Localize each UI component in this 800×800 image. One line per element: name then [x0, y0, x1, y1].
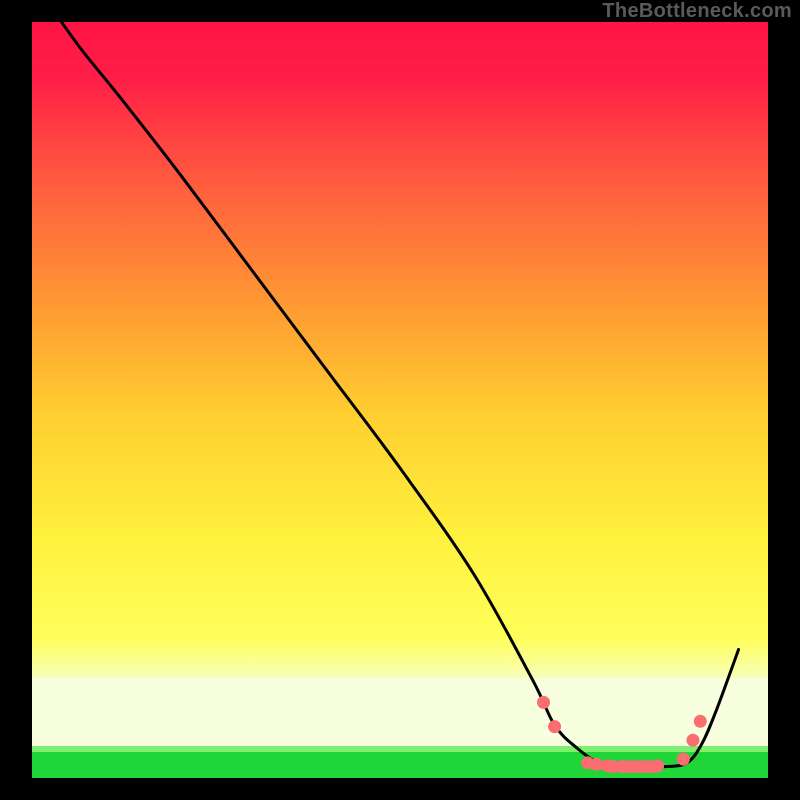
curve-marker	[548, 720, 561, 733]
bottleneck-chart	[0, 0, 800, 800]
curve-marker	[651, 759, 664, 772]
attribution-text: TheBottleneck.com	[602, 0, 792, 23]
gradient-background	[32, 22, 768, 738]
curve-marker	[537, 696, 550, 709]
curve-marker	[694, 715, 707, 728]
curve-marker	[677, 753, 690, 766]
curve-marker	[590, 758, 603, 771]
cream-band	[32, 738, 768, 746]
chart-stage: TheBottleneck.com	[0, 0, 800, 800]
plot-area	[32, 22, 768, 778]
curve-marker	[686, 734, 699, 747]
green-band-edge	[32, 746, 768, 752]
